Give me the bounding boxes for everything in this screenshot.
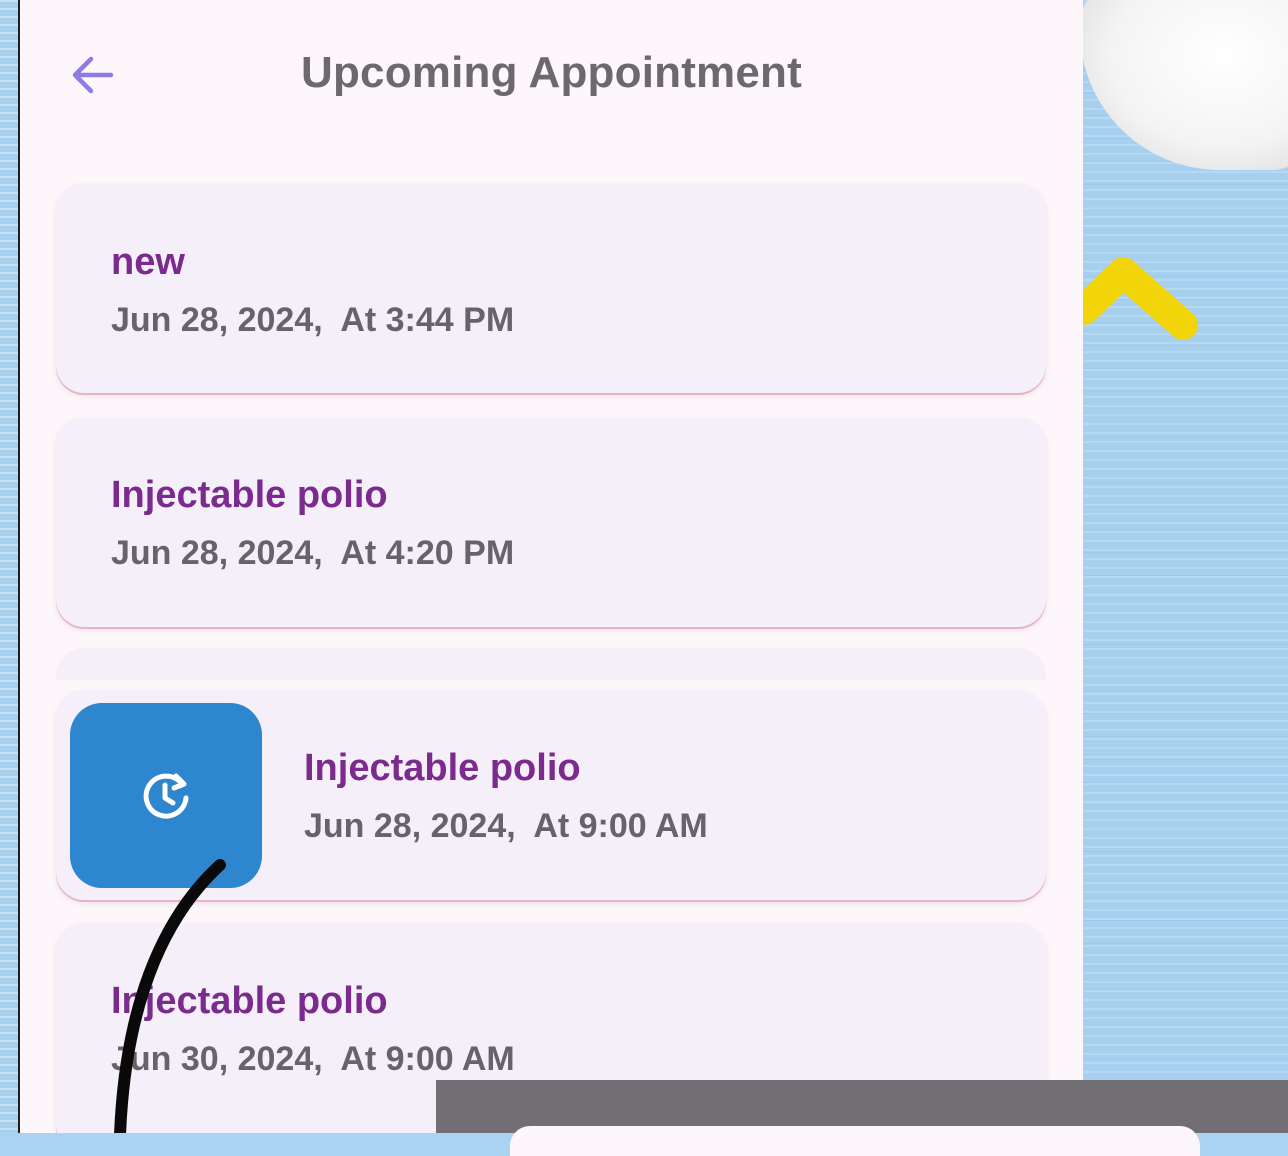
appointment-card[interactable]: new Jun 28, 2024, At 3:44 PM [56,183,1046,393]
bottom-sheet-handle-area[interactable] [510,1126,1200,1156]
left-wall-strip [0,0,20,1133]
appointment-title: Injectable polio [111,474,388,516]
reschedule-clock-icon [143,773,189,819]
appointment-datetime: Jun 28, 2024, At 9:00 AM [304,807,708,845]
app-header: Upcoming Appointment [20,0,1083,150]
appointment-datetime: Jun 28, 2024, At 4:20 PM [111,534,515,572]
yellow-paint-mark [1078,257,1198,340]
card-divider [20,680,1083,690]
appointment-datetime: Jun 30, 2024, At 9:00 AM [111,1040,515,1078]
appointment-title: Injectable polio [304,747,581,789]
app-screen: Upcoming Appointment new Jun 28, 2024, A… [20,0,1083,1133]
appointment-card[interactable]: Injectable polio Jun 28, 2024, At 4:20 P… [56,417,1046,627]
appointment-title: new [111,241,185,283]
reschedule-button[interactable] [70,703,262,888]
page-title: Upcoming Appointment [301,48,802,97]
appointment-datetime: Jun 28, 2024, At 3:44 PM [111,301,515,339]
appointment-title: Injectable polio [111,980,388,1022]
